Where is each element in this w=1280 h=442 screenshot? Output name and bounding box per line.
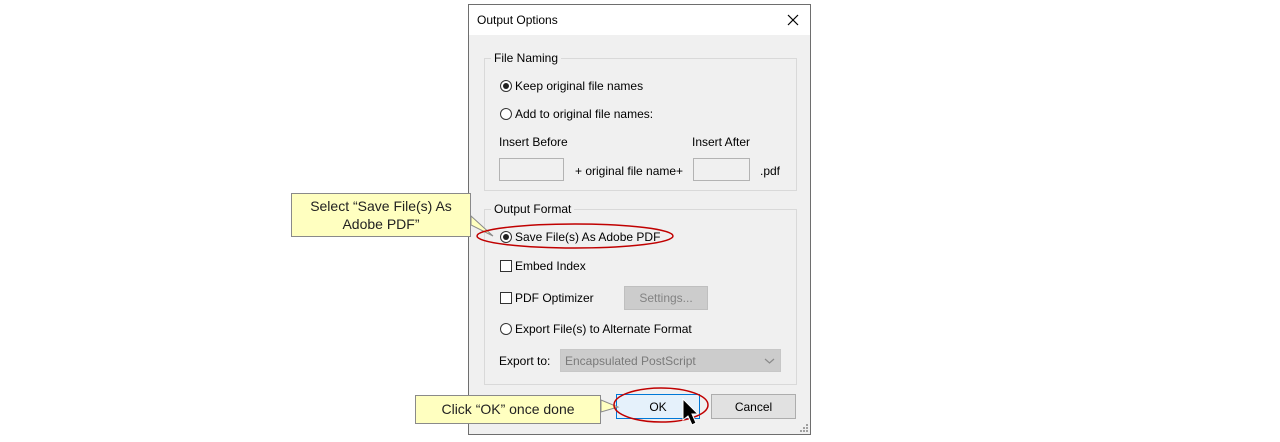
close-button[interactable]: [780, 8, 806, 32]
output-options-dialog: Output Options File Naming Keep original…: [468, 4, 811, 435]
add-to-original-label[interactable]: Add to original file names:: [515, 107, 653, 121]
select-pdf-callout-line2: Adobe PDF”: [342, 216, 420, 232]
chevron-down-icon: [764, 358, 775, 364]
embed-index-checkbox[interactable]: [500, 260, 512, 272]
output-format-legend: Output Format: [491, 202, 575, 216]
pdf-optimizer-checkbox[interactable]: [500, 292, 512, 304]
add-to-original-radio[interactable]: [500, 108, 512, 120]
pdf-optimizer-label[interactable]: PDF Optimizer: [515, 291, 594, 305]
cancel-button[interactable]: Cancel: [711, 394, 796, 419]
original-file-name-text: + original file name+: [575, 164, 684, 178]
file-naming-legend: File Naming: [491, 51, 562, 65]
dialog-title: Output Options: [477, 13, 558, 27]
export-to-select[interactable]: Encapsulated PostScript: [560, 349, 781, 372]
insert-after-input[interactable]: [693, 158, 750, 181]
export-alternate-radio[interactable]: [500, 323, 512, 335]
export-to-label: Export to:: [499, 354, 551, 368]
resize-grip-icon[interactable]: [799, 423, 809, 433]
title-bar: Output Options: [469, 5, 810, 35]
save-as-pdf-label[interactable]: Save File(s) As Adobe PDF: [515, 230, 660, 244]
select-pdf-callout-line1: Select “Save File(s) As: [310, 198, 452, 214]
ok-button-label: OK: [649, 399, 667, 414]
select-pdf-callout: Select “Save File(s) As Adobe PDF”: [291, 193, 471, 237]
click-ok-callout-text: Click “OK” once done: [441, 401, 575, 417]
close-icon: [787, 14, 799, 26]
keep-original-label[interactable]: Keep original file names: [515, 79, 643, 93]
insert-before-input[interactable]: [499, 158, 564, 181]
embed-index-label[interactable]: Embed Index: [515, 259, 586, 273]
insert-before-label: Insert Before: [499, 135, 568, 149]
export-to-value: Encapsulated PostScript: [565, 354, 696, 368]
extension-label: .pdf: [760, 164, 781, 178]
ok-button[interactable]: OK: [616, 394, 700, 419]
settings-button[interactable]: Settings...: [624, 286, 708, 310]
cancel-button-label: Cancel: [734, 399, 773, 414]
export-alternate-label[interactable]: Export File(s) to Alternate Format: [515, 322, 692, 336]
settings-button-label: Settings...: [639, 291, 693, 305]
click-ok-callout: Click “OK” once done: [415, 395, 601, 424]
keep-original-radio[interactable]: [500, 80, 512, 92]
insert-after-label: Insert After: [692, 135, 751, 149]
save-as-pdf-radio[interactable]: [500, 231, 512, 243]
